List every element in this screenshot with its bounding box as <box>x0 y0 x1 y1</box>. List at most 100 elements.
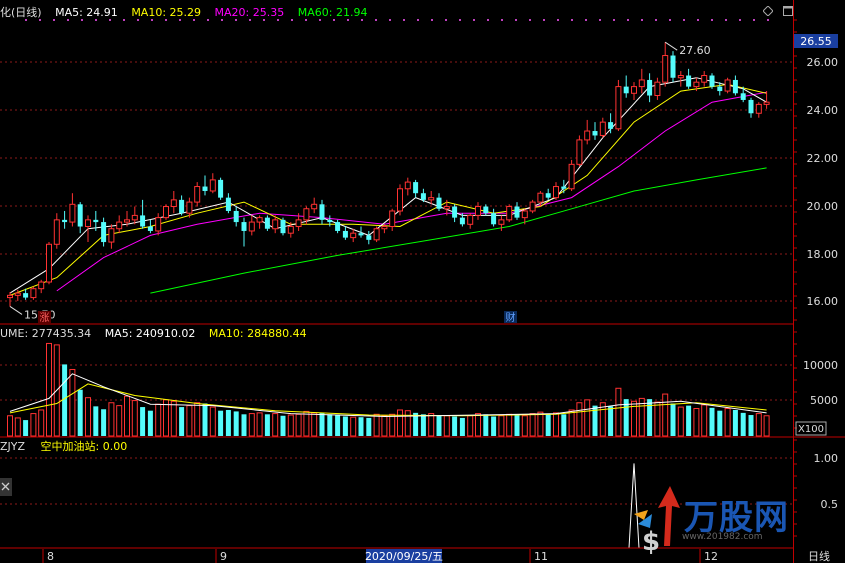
volume-ma-lines <box>9 373 767 418</box>
volume-bar <box>366 417 372 436</box>
candle-body <box>623 86 629 94</box>
volume-bar <box>436 415 442 436</box>
volume-bar <box>701 404 708 437</box>
volume-bar <box>755 413 762 437</box>
price-tick-label: 18.00 <box>807 248 839 261</box>
volume-bar <box>693 408 700 437</box>
candle-body <box>420 193 426 200</box>
volume-bar <box>709 407 715 436</box>
candle-body <box>443 206 450 210</box>
volume-bar <box>545 414 551 436</box>
candle-body <box>256 217 263 223</box>
candle-body <box>724 79 731 92</box>
volume-bar <box>537 411 544 437</box>
candle-body <box>186 201 193 214</box>
candle-body <box>287 226 294 234</box>
volume-bar <box>155 403 162 437</box>
month-11-label: 11 <box>534 550 548 563</box>
candle-body <box>631 86 637 94</box>
volume-bar <box>443 415 450 437</box>
top-dot <box>767 19 769 21</box>
watermark-logo: $ 万股网 www.201982.com <box>624 484 814 554</box>
price-tick-label: 24.00 <box>807 104 839 117</box>
volume-bar <box>748 415 754 436</box>
top-dot <box>627 19 629 21</box>
volume-bar <box>194 402 201 437</box>
moving-average-lines <box>9 77 767 296</box>
volume-bar <box>327 414 333 436</box>
diamond-icon[interactable] <box>763 6 773 16</box>
candle-body <box>467 214 474 225</box>
volume-bar <box>163 399 169 437</box>
candle-body <box>483 206 489 214</box>
collapse-icon[interactable] <box>0 478 12 496</box>
volume-bar <box>662 393 669 437</box>
stock-chart[interactable]: 16.00 18.00 20.00 22.00 24.00 26.00 5000 10000 0… <box>0 0 845 563</box>
chart-title: 化(日线) <box>0 6 42 19</box>
volume-bar <box>303 410 310 437</box>
volume-bar <box>335 415 341 436</box>
svg-text:$: $ <box>642 527 660 554</box>
volume-bar <box>186 405 193 437</box>
top-dot <box>501 19 503 21</box>
candle-body <box>272 219 279 230</box>
volume-bar <box>46 342 52 437</box>
candle-body <box>311 203 318 210</box>
low-pointer <box>9 306 23 315</box>
unit-label: X100 <box>798 424 824 435</box>
volume-bar <box>116 405 123 437</box>
volume-bar <box>108 402 115 437</box>
top-dot <box>711 19 713 21</box>
volume-bar <box>256 412 263 437</box>
volume-bar <box>101 409 107 436</box>
high-label: 27.60 <box>679 44 711 57</box>
volume-bar <box>295 413 302 437</box>
candle-body <box>209 179 216 192</box>
candle-body <box>179 199 185 214</box>
volume-bar <box>77 389 83 436</box>
candle-body <box>686 75 692 87</box>
candle-body <box>592 131 598 136</box>
ma5-value: MA5: 24.91 <box>55 6 118 19</box>
candle-body <box>7 294 13 299</box>
candle-body <box>30 288 37 299</box>
top-dot <box>753 19 755 21</box>
volume-bar <box>732 409 738 436</box>
volume-bar <box>38 409 45 437</box>
top-dot <box>613 19 615 21</box>
candle-body <box>381 226 388 230</box>
volume-bar <box>670 403 676 436</box>
candle-body <box>491 213 497 225</box>
candle-body <box>662 55 669 83</box>
candle-body <box>654 81 661 96</box>
volume-bar <box>553 412 559 437</box>
volume-ma10-line <box>9 383 767 417</box>
candle-body <box>373 228 380 241</box>
candle-body <box>53 219 60 245</box>
volume-bar <box>30 413 37 437</box>
candle-body <box>358 233 364 236</box>
candle-body <box>608 122 614 129</box>
price-header: 化(日线) MA5: 24.91 MA10: 25.29 MA20: 25.35… <box>0 6 377 20</box>
top-dot <box>697 19 699 21</box>
volume-bar <box>491 416 497 436</box>
candle-body <box>170 199 177 208</box>
indicator-tick-label: 0.5 <box>821 498 839 511</box>
candle-body <box>225 197 231 211</box>
candle-body <box>638 79 645 88</box>
candle-body <box>327 219 333 223</box>
volume-tick-label: 10000 <box>803 359 838 372</box>
current-price-label: 26.55 <box>800 35 832 48</box>
candle-body <box>335 222 341 231</box>
candle-body <box>475 206 481 216</box>
candle-body <box>514 206 520 218</box>
volume-bar <box>561 414 567 436</box>
volume-bar <box>389 413 396 437</box>
volume-bar <box>686 405 692 436</box>
maximize-icon[interactable] <box>783 6 793 16</box>
candle-body <box>202 186 208 191</box>
candle-body <box>576 139 583 165</box>
candle-body <box>561 186 567 189</box>
candle-body <box>615 86 622 130</box>
volume-bar <box>248 413 255 437</box>
